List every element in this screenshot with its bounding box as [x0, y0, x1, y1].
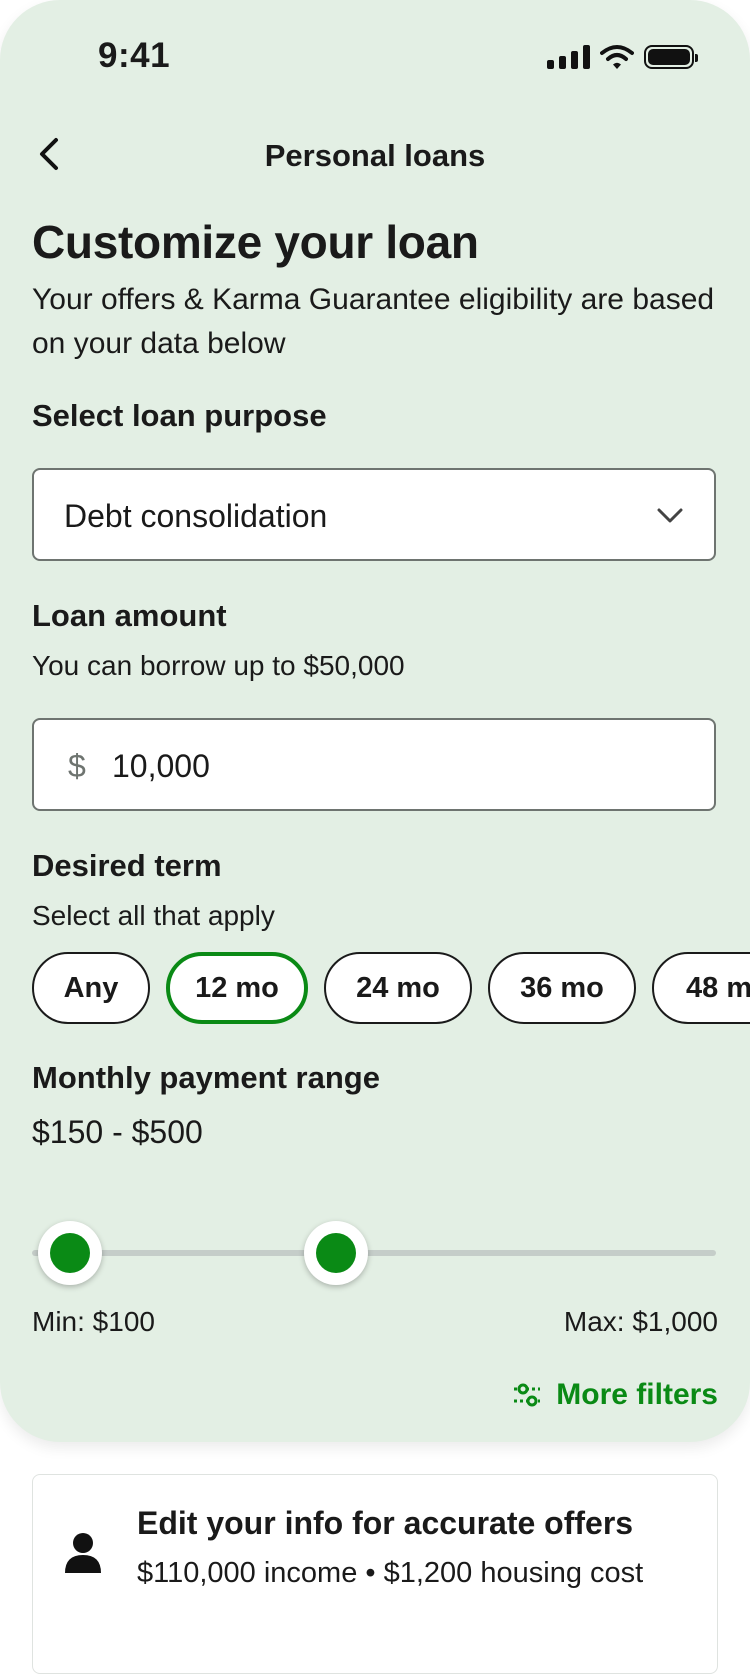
payment-slider-min-thumb[interactable]	[38, 1221, 102, 1285]
status-icons	[547, 42, 698, 72]
payment-slider-track[interactable]	[32, 1250, 716, 1256]
slider-max-label: Max: $1,000	[563, 1306, 718, 1337]
edit-info-title: Edit your info for accurate offers	[137, 1505, 634, 1541]
loan-amount-input[interactable]: $ 10,000	[32, 718, 716, 811]
slider-min-label: Min: $100	[32, 1306, 155, 1337]
battery-icon	[644, 45, 698, 69]
edit-info-card[interactable]: Edit your info for accurate offers $110,…	[32, 1474, 718, 1674]
currency-symbol: $	[68, 748, 86, 784]
loan-amount-hint: You can borrow up to $50,000	[32, 650, 405, 681]
term-chip-24mo[interactable]: 24 mo	[324, 952, 472, 1024]
page-subtitle: Your offers & Karma Guarantee eligibilit…	[32, 283, 715, 360]
person-icon	[65, 1533, 101, 1573]
nav-title: Personal loans	[264, 138, 486, 173]
loan-purpose-select[interactable]: Debt consolidation	[32, 468, 716, 561]
payment-slider-max-thumb[interactable]	[304, 1221, 368, 1285]
wifi-icon	[600, 45, 634, 69]
loan-customization-panel: 9:41 Personal loans Customize your loan …	[0, 0, 750, 1442]
term-chip-12mo[interactable]: 12 mo	[166, 952, 308, 1024]
term-chip-any[interactable]: Any	[32, 952, 150, 1024]
term-chip-36mo[interactable]: 36 mo	[488, 952, 636, 1024]
filter-sliders-icon	[514, 1383, 541, 1407]
term-chip-48mo[interactable]: 48 mo	[652, 952, 750, 1024]
payment-range-label: Monthly payment range	[32, 1060, 380, 1095]
loan-amount-value: 10,000	[112, 748, 210, 784]
page-title: Customize your loan	[32, 216, 479, 268]
payment-range-value: $150 - $500	[32, 1114, 203, 1150]
edit-info-details: $110,000 income • $1,200 housing cost	[137, 1557, 644, 1589]
more-filters-label: More filters	[556, 1378, 718, 1411]
loan-amount-label: Loan amount	[32, 598, 227, 633]
more-filters-button[interactable]: More filters	[512, 1378, 718, 1412]
loan-purpose-label: Select loan purpose	[32, 398, 327, 433]
status-time: 9:41	[98, 36, 171, 75]
loan-purpose-value: Debt consolidation	[64, 498, 328, 534]
desired-term-hint: Select all that apply	[32, 900, 275, 931]
chevron-down-icon	[657, 508, 683, 523]
signal-icon	[547, 45, 590, 69]
desired-term-label: Desired term	[32, 848, 222, 883]
